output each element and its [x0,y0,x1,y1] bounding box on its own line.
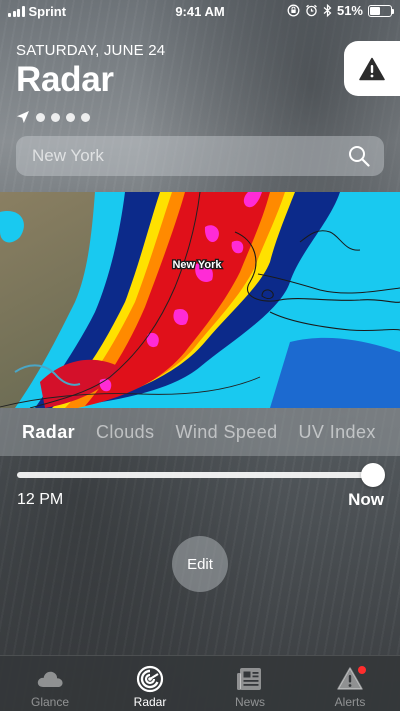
battery-icon [368,4,394,17]
news-icon [237,668,261,690]
edit-button-label: Edit [187,555,213,573]
search-input[interactable] [32,146,348,166]
tab-glance-label: Glance [30,695,70,709]
page-dot [81,112,90,122]
tab-radar-label: Radar [133,695,167,709]
tab-alerts-label: Alerts [334,695,366,709]
tab-news[interactable]: News [200,656,300,711]
search-icon[interactable] [348,145,370,167]
weather-alert-button[interactable] [344,41,400,96]
alerts-notification-badge [358,666,366,674]
battery-level [370,6,381,15]
location-page-indicator[interactable] [16,110,90,124]
orientation-lock-icon [287,4,300,17]
timeline-end-label: Now [348,490,384,509]
timeline-slider-handle[interactable] [361,463,385,487]
radar-map[interactable]: New York [0,192,400,408]
date-label: SATURDAY, JUNE 24 [16,42,166,59]
tab-alerts[interactable]: Alerts [300,656,400,711]
page-dot [66,112,75,122]
map-layer-tabs: Radar Clouds Wind Speed UV Index [0,408,400,456]
alarm-icon [306,4,317,17]
battery-percent: 51% [336,3,363,18]
bluetooth-icon [323,4,332,17]
bottom-tab-bar: Glance Radar News Alerts [0,655,400,711]
status-bar: Sprint 9:41 AM 51% [0,0,400,22]
timeline-slider-track[interactable] [17,472,373,478]
status-right: 51% [287,3,394,18]
layer-tab-wind-speed[interactable]: Wind Speed [175,422,277,443]
radar-icon [136,665,164,693]
map-city-label: New York [172,259,222,271]
page-dot [36,112,45,122]
layer-tab-uv-index[interactable]: UV Index [299,422,376,443]
layer-tab-clouds[interactable]: Clouds [96,422,154,443]
page-title: Radar [16,60,114,99]
layer-tab-radar[interactable]: Radar [22,422,75,443]
warning-icon [359,57,385,80]
tab-glance[interactable]: Glance [0,656,100,711]
cloud-icon [37,671,63,687]
timeline-start-label: 12 PM [17,491,64,508]
location-arrow-icon [17,111,29,123]
location-search-bar[interactable] [16,136,384,176]
tab-news-label: News [234,695,265,709]
page-dot [51,112,60,122]
edit-button[interactable]: Edit [172,536,228,592]
tab-radar[interactable]: Radar [100,656,200,711]
radar-moderate-rain-east [270,337,400,408]
